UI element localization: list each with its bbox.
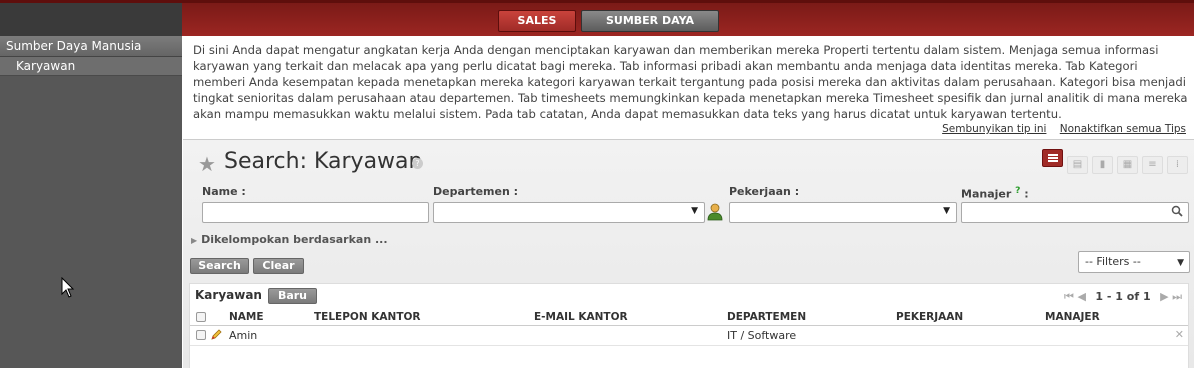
view-switcher: ▤ ▮ ▦ ≡ ⁞ [1038,149,1188,174]
job-label: Pekerjaan : [729,185,800,198]
col-office-email[interactable]: E-MAIL KANTOR [534,311,628,323]
select-all-checkbox[interactable] [196,312,206,322]
cell-name: Amin [229,329,258,342]
col-office-phone[interactable]: TELEPON KANTOR [314,311,421,323]
last-page-icon[interactable]: ⏭ [1172,290,1182,303]
chevron-down-icon: ▼ [943,206,950,216]
clear-button[interactable]: Clear [253,258,304,274]
manager-help-icon[interactable]: ? [1015,185,1020,196]
job-select[interactable]: ▼ [729,202,957,223]
help-icon[interactable]: ? [412,158,423,169]
list-title: Karyawan [195,288,262,302]
col-department[interactable]: DEPARTEMEN [727,311,806,323]
search-panel: ★ Search: Karyawan ? ▤ ▮ ▦ ≡ ⁞ Name : Depart… [183,139,1194,368]
manager-input[interactable] [961,202,1189,223]
department-label: Departemen : [433,185,519,198]
sidebar-heading[interactable]: Sumber Daya Manusia [0,36,182,57]
filters-select[interactable]: -- Filters -- ▼ [1078,251,1190,273]
edit-pencil-icon[interactable] [210,329,222,341]
expand-arrow-icon: ▶ [191,236,198,245]
prev-page-icon[interactable]: ◀ [1077,290,1085,303]
name-input[interactable] [202,202,429,223]
kanban-view-icon[interactable]: ⁞ [1167,156,1188,174]
name-label: Name : [202,185,246,198]
menu-human-resources[interactable]: SUMBER DAYA MANUSIA [581,10,719,47]
department-select[interactable]: ▼ [433,202,705,223]
main-content: Di sini Anda dapat mengatur angkatan ker… [183,36,1194,368]
help-tip-text: Di sini Anda dapat mengatur angkatan ker… [193,43,1188,121]
page-title: Search: Karyawan [224,149,423,174]
new-button[interactable]: Baru [268,288,317,304]
results-list: Karyawan Baru ⏮ ◀ 1 - 1 of 1 ▶ ⏭ NAME TE… [189,283,1189,368]
group-by-toggle[interactable]: ▶ Dikelompokan berdasarkan ... [191,233,388,246]
col-job[interactable]: PEKERJAAN [896,311,963,323]
table-row[interactable]: Amin IT / Software ✕ [190,327,1188,346]
chevron-down-icon: ▼ [691,206,698,216]
form-view-icon[interactable]: ▤ [1067,156,1088,174]
hide-tip-link[interactable]: Sembunyikan tip ini [942,123,1046,135]
graph-view-icon[interactable]: ▮ [1092,156,1113,174]
pager-count[interactable]: 1 - 1 of 1 [1095,290,1150,303]
menu-sales[interactable]: SALES [498,10,576,32]
col-manager[interactable]: MANAJER [1045,311,1100,323]
delete-row-icon[interactable]: ✕ [1175,328,1184,341]
top-left-strip [0,3,182,36]
next-page-icon[interactable]: ▶ [1160,290,1168,303]
top-menu-bar: SALES SUMBER DAYA MANUSIA [0,0,1194,47]
search-icon[interactable] [1171,205,1183,217]
col-name[interactable]: NAME [229,311,264,323]
list-view-icon[interactable] [1042,149,1063,167]
cell-department: IT / Software [727,329,797,342]
table-header: NAME TELEPON KANTOR E-MAIL KANTOR DEPART… [190,309,1188,326]
sidebar: Sumber Daya Manusia Karyawan [0,36,182,368]
tip-links: Sembunyikan tip ini Nonaktifkan semua Ti… [932,123,1186,135]
mouse-cursor-icon [61,277,75,298]
manager-label: Manajer ? : [961,185,1029,201]
pager: ⏮ ◀ 1 - 1 of 1 ▶ ⏭ [1064,290,1182,304]
gantt-view-icon[interactable]: ≡ [1142,156,1163,174]
row-checkbox[interactable] [196,330,206,340]
chevron-down-icon: ▼ [1177,258,1184,268]
user-icon[interactable] [707,203,724,221]
sidebar-item-karyawan[interactable]: Karyawan [0,57,182,76]
disable-tips-link[interactable]: Nonaktifkan semua Tips [1060,123,1186,135]
search-button[interactable]: Search [190,258,249,274]
calendar-view-icon[interactable]: ▦ [1117,156,1138,174]
favorite-star-icon[interactable]: ★ [198,152,216,176]
first-page-icon[interactable]: ⏮ [1064,290,1074,303]
